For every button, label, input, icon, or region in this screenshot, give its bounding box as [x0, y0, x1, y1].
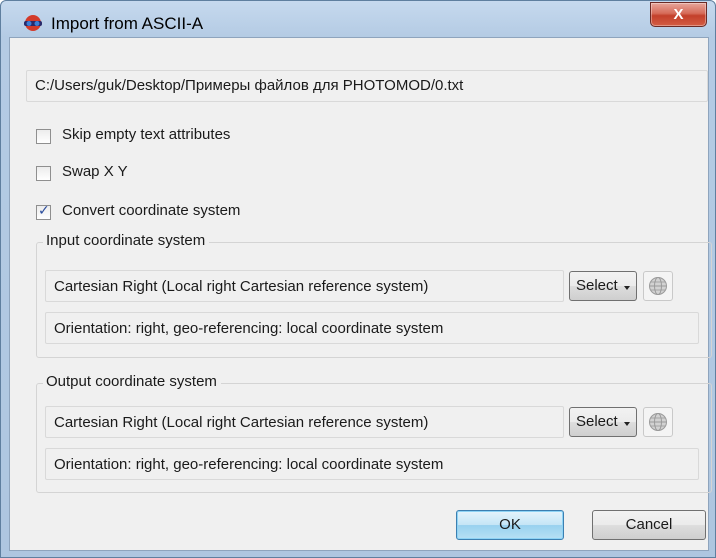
input-orientation-text: Orientation: right, geo-referencing: loc…: [54, 320, 444, 337]
title-bar[interactable]: Import from ASCII-A X: [1, 1, 715, 37]
cancel-button[interactable]: Cancel: [592, 510, 706, 540]
input-select-button[interactable]: Select: [569, 271, 637, 301]
input-system-name: Cartesian Right (Local right Cartesian r…: [54, 278, 429, 295]
globe-icon: [649, 277, 667, 295]
file-path-text: C:/Users/guk/Desktop/Примеры файлов для …: [35, 77, 464, 94]
ok-button[interactable]: OK: [456, 510, 564, 540]
dropdown-arrow-icon: [624, 286, 630, 290]
file-path-field[interactable]: C:/Users/guk/Desktop/Примеры файлов для …: [26, 70, 708, 102]
output-select-button[interactable]: Select: [569, 407, 637, 437]
swap-xy-checkbox[interactable]: [36, 166, 51, 181]
output-system-name: Cartesian Right (Local right Cartesian r…: [54, 414, 429, 431]
window-title: Import from ASCII-A: [51, 14, 204, 33]
close-button[interactable]: X: [650, 2, 707, 27]
dialog-body: C:/Users/guk/Desktop/Примеры файлов для …: [9, 37, 712, 551]
dialog-window: Import from ASCII-A X C:/Users/guk/Deskt…: [0, 0, 716, 558]
output-system-field: Cartesian Right (Local right Cartesian r…: [45, 406, 564, 438]
swap-xy-label: Swap X Y: [62, 163, 128, 180]
import-glasses-icon: [23, 15, 43, 33]
convert-coordinate-system-label: Convert coordinate system: [62, 202, 241, 219]
input-orientation-field: Orientation: right, geo-referencing: loc…: [45, 312, 699, 344]
output-select-label: Select: [576, 413, 618, 430]
input-globe-button[interactable]: [643, 271, 673, 301]
skip-empty-attributes-label: Skip empty text attributes: [62, 126, 231, 143]
convert-coordinate-system-checkbox[interactable]: ✓: [36, 202, 51, 220]
input-system-field: Cartesian Right (Local right Cartesian r…: [45, 270, 564, 302]
output-orientation-text: Orientation: right, geo-referencing: loc…: [54, 456, 444, 473]
close-icon: X: [673, 6, 684, 23]
input-select-label: Select: [576, 277, 618, 294]
check-icon: ✓: [38, 202, 50, 218]
output-coordinate-system-heading: Output coordinate system: [43, 373, 221, 390]
output-globe-button[interactable]: [643, 407, 673, 437]
input-coordinate-system-group: Input coordinate system Cartesian Right …: [36, 232, 712, 358]
globe-icon: [649, 413, 667, 431]
skip-empty-attributes-checkbox[interactable]: [36, 129, 51, 144]
output-coordinate-system-group: Output coordinate system Cartesian Right…: [36, 373, 712, 493]
dropdown-arrow-icon: [624, 422, 630, 426]
input-coordinate-system-heading: Input coordinate system: [43, 232, 210, 249]
output-orientation-field: Orientation: right, geo-referencing: loc…: [45, 448, 699, 480]
